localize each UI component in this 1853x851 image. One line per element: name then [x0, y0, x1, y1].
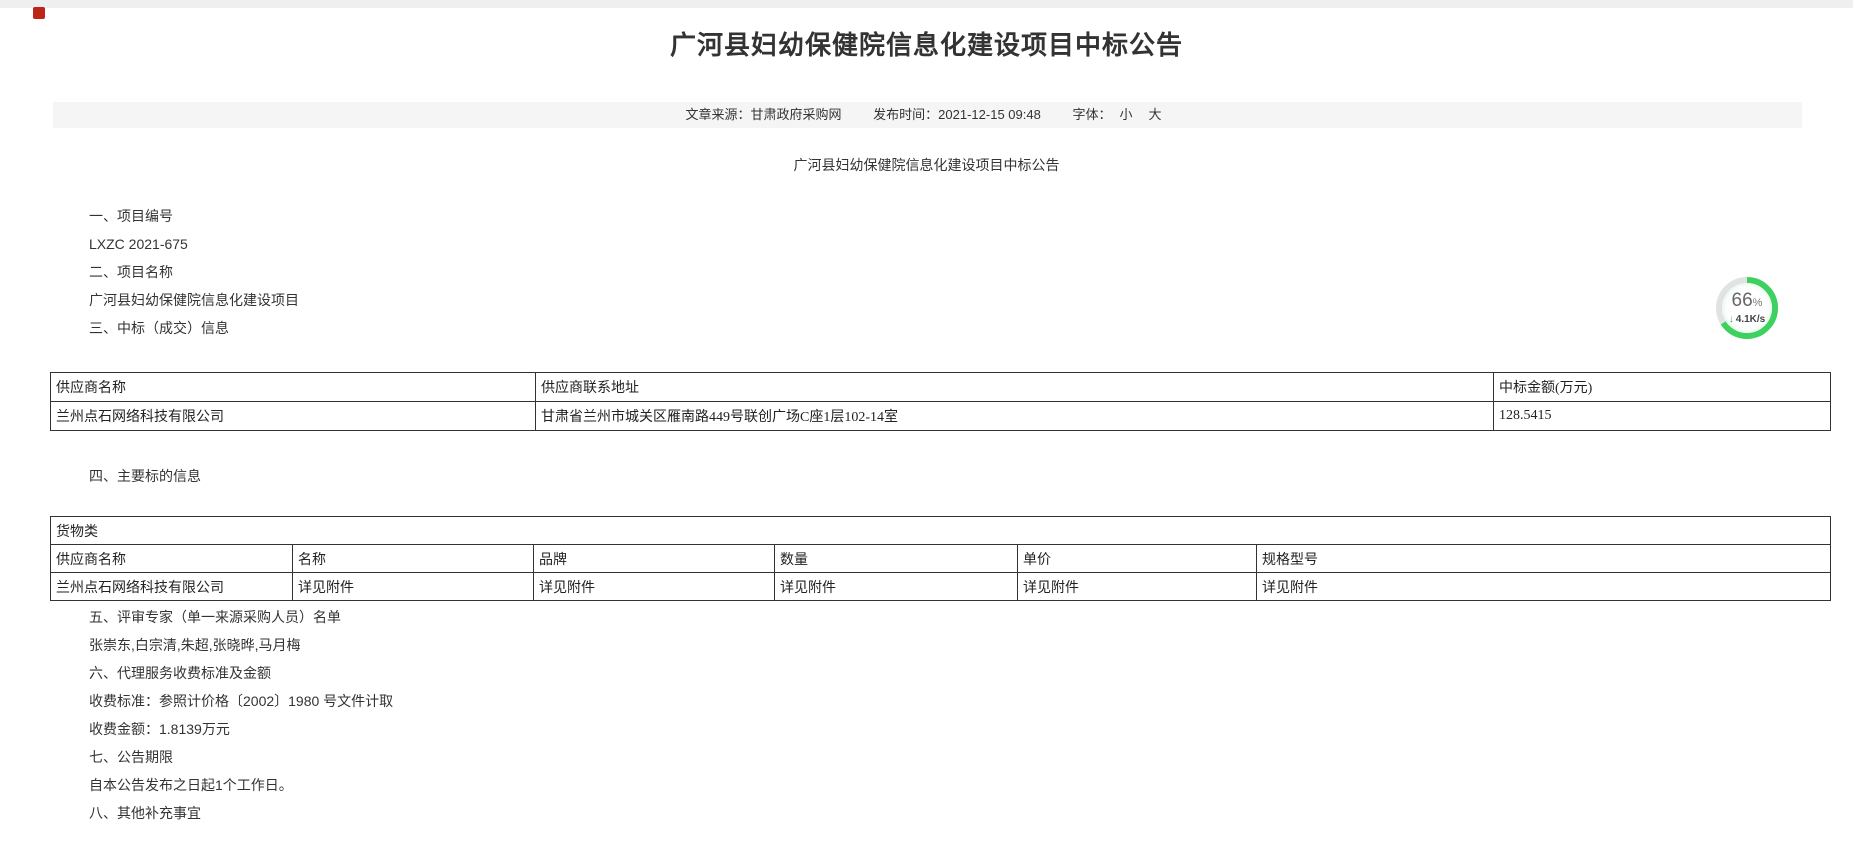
award-header-supplier: 供应商名称: [51, 373, 536, 402]
section4-heading: 四、主要标的信息: [0, 462, 1853, 490]
table-row: 兰州点石网络科技有限公司 甘肃省兰州市城关区雁南路449号联创广场C座1层102…: [51, 402, 1831, 431]
award-info-table: 供应商名称 供应商联系地址 中标金额(万元) 兰州点石网络科技有限公司 甘肃省兰…: [50, 372, 1831, 431]
progress-percent: 66%: [1732, 291, 1763, 313]
goods-header-supplier: 供应商名称: [51, 545, 293, 573]
award-header-address: 供应商联系地址: [536, 373, 1494, 402]
table-header-row: 供应商名称 名称 品牌 数量 单价 规格型号: [51, 545, 1831, 573]
goods-unit-price: 详见附件: [1018, 573, 1257, 601]
download-speed-value: 4.1K/s: [1736, 314, 1765, 325]
goods-header-spec: 规格型号: [1257, 545, 1831, 573]
article-source-label: 文章来源：: [686, 107, 751, 122]
section1-heading: 一、项目编号: [0, 202, 1853, 230]
font-small-button[interactable]: 小: [1119, 107, 1132, 122]
download-arrow-icon: ↓: [1729, 314, 1734, 325]
top-strip: [0, 0, 1853, 8]
section7-heading: 七、公告期限: [0, 743, 1853, 771]
table-header-row: 供应商名称 供应商联系地址 中标金额(万元): [51, 373, 1831, 402]
publish-time-value: 2021-12-15 09:48: [938, 107, 1041, 122]
article-source-value: 甘肃政府采购网: [751, 107, 842, 122]
fee-standard: 收费标准：参照计价格〔2002〕1980 号文件计取: [0, 687, 1853, 715]
goods-spec: 详见附件: [1257, 573, 1831, 601]
announcement-period: 自本公告发布之日起1个工作日。: [0, 771, 1853, 799]
section6-heading: 六、代理服务收费标准及金额: [0, 659, 1853, 687]
progress-percent-value: 66: [1732, 290, 1753, 311]
font-size-control: 字体： 小 大: [1072, 107, 1169, 122]
award-amount: 128.5415: [1494, 402, 1831, 431]
project-number: LXZC 2021-675: [0, 230, 1853, 258]
expert-names: 张崇东,白宗清,朱超,张晓晔,马月梅: [0, 631, 1853, 659]
publish-time: 发布时间：2021-12-15 09:48: [873, 107, 1041, 122]
goods-brand: 详见附件: [534, 573, 775, 601]
document-body: 一、项目编号 LXZC 2021-675 二、项目名称 广河县妇幼保健院信息化建…: [0, 202, 1853, 827]
section3-heading: 三、中标（成交）信息: [0, 314, 1853, 342]
article-source: 文章来源：甘肃政府采购网: [686, 107, 842, 122]
goods-quantity: 详见附件: [775, 573, 1018, 601]
bottom-sections: 五、评审专家（单一来源采购人员）名单 张崇东,白宗清,朱超,张晓晔,马月梅 六、…: [0, 603, 1853, 827]
table-row: 兰州点石网络科技有限公司 详见附件 详见附件 详见附件 详见附件 详见附件: [51, 573, 1831, 601]
red-marker-icon: [33, 7, 45, 19]
goods-header-brand: 品牌: [534, 545, 775, 573]
goods-header-unit-price: 单价: [1018, 545, 1257, 573]
meta-bar: 文章来源：甘肃政府采购网 发布时间：2021-12-15 09:48 字体： 小 大: [53, 102, 1802, 128]
goods-name: 详见附件: [293, 573, 534, 601]
goods-category-row: 货物类: [51, 517, 1831, 545]
download-progress-badge[interactable]: 66% ↓4.1K/s: [1715, 276, 1779, 340]
page-title: 广河县妇幼保健院信息化建设项目中标公告: [0, 30, 1853, 61]
progress-badge-inner: 66% ↓4.1K/s: [1722, 283, 1772, 333]
goods-supplier: 兰州点石网络科技有限公司: [51, 573, 293, 601]
progress-percent-unit: %: [1753, 297, 1763, 309]
goods-info-table: 货物类 供应商名称 名称 品牌 数量 单价 规格型号 兰州点石网络科技有限公司 …: [50, 516, 1831, 601]
publish-time-label: 发布时间：: [873, 107, 938, 122]
section8-heading: 八、其他补充事宜: [0, 799, 1853, 827]
section2-heading: 二、项目名称: [0, 258, 1853, 286]
award-header-amount: 中标金额(万元): [1494, 373, 1831, 402]
award-supplier: 兰州点石网络科技有限公司: [51, 402, 536, 431]
goods-header-name: 名称: [293, 545, 534, 573]
document-subtitle: 广河县妇幼保健院信息化建设项目中标公告: [0, 155, 1853, 175]
goods-header-quantity: 数量: [775, 545, 1018, 573]
font-large-button[interactable]: 大: [1148, 107, 1161, 122]
font-size-label: 字体：: [1072, 107, 1111, 122]
section5-heading: 五、评审专家（单一来源采购人员）名单: [0, 603, 1853, 631]
award-address: 甘肃省兰州市城关区雁南路449号联创广场C座1层102-14室: [536, 402, 1494, 431]
goods-category: 货物类: [51, 517, 1831, 545]
download-speed: ↓4.1K/s: [1729, 314, 1765, 326]
fee-amount: 收费金额：1.8139万元: [0, 715, 1853, 743]
project-name: 广河县妇幼保健院信息化建设项目: [0, 286, 1853, 314]
